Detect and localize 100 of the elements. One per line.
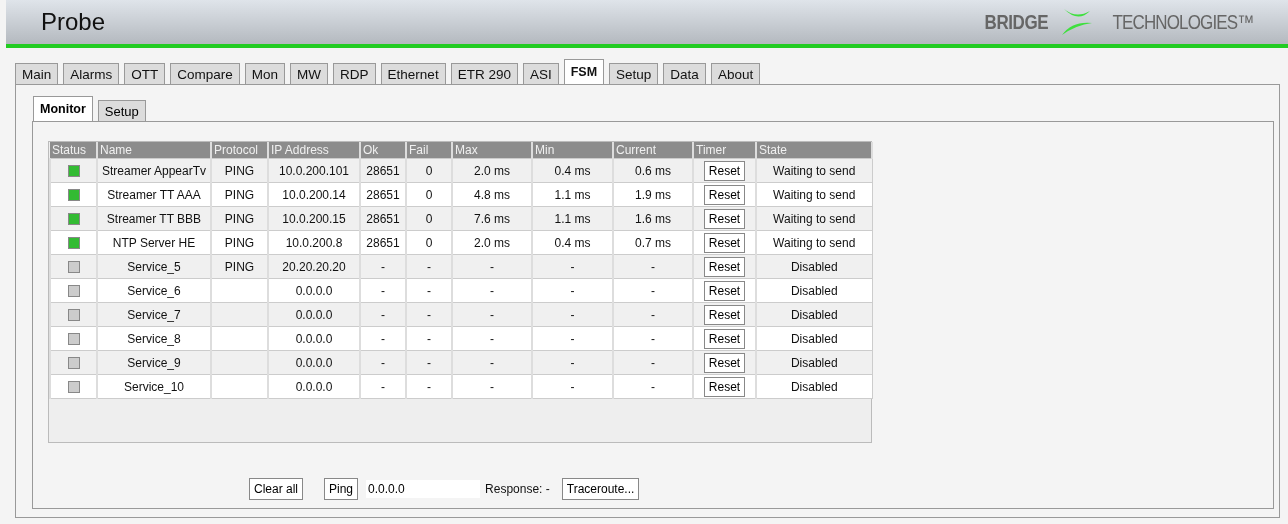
table-cell: 0 xyxy=(406,182,452,207)
table-cell: - xyxy=(360,326,406,351)
tab[interactable]: FSM xyxy=(563,59,605,84)
column-header: Max xyxy=(452,142,532,159)
table-cell: Service_10 xyxy=(97,374,211,399)
column-header: Protocol xyxy=(211,142,268,159)
table-cell: 1.6 ms xyxy=(613,206,693,231)
table-cell: - xyxy=(452,302,532,327)
column-header: Min xyxy=(532,142,613,159)
table-cell: Disabled xyxy=(756,278,872,303)
table-cell: - xyxy=(406,254,452,279)
table-cell: NTP Server HE xyxy=(97,230,211,255)
tab[interactable]: Compare xyxy=(170,63,240,84)
table-cell: Disabled xyxy=(756,326,872,351)
table-cell: Disabled xyxy=(756,350,872,375)
reset-button[interactable]: Reset xyxy=(703,280,746,301)
table-cell: 28651 xyxy=(360,206,406,231)
reset-button[interactable]: Reset xyxy=(703,232,746,253)
table-cell: - xyxy=(613,302,693,327)
column-header: Name xyxy=(97,142,211,159)
table-cell: - xyxy=(452,374,532,399)
reset-button[interactable]: Reset xyxy=(703,160,746,181)
table-cell: Waiting to send xyxy=(756,206,872,231)
tab[interactable]: ETR 290 xyxy=(450,63,518,84)
table-cell: 0.6 ms xyxy=(613,158,693,183)
table-cell: 0.0.0.0 xyxy=(268,302,360,327)
table-cell: - xyxy=(360,350,406,375)
reset-button[interactable]: Reset xyxy=(703,352,746,373)
reset-button[interactable]: Reset xyxy=(703,184,746,205)
column-header: Current xyxy=(613,142,693,159)
table-cell: 2.0 ms xyxy=(452,158,532,183)
subtab[interactable]: Setup xyxy=(97,100,146,121)
tab[interactable]: OTT xyxy=(124,63,166,84)
table-cell: - xyxy=(452,350,532,375)
clear-all-button[interactable]: Clear all xyxy=(249,478,303,500)
table-cell: - xyxy=(406,350,452,375)
table-cell: - xyxy=(452,326,532,351)
reset-button[interactable]: Reset xyxy=(703,328,746,349)
tab[interactable]: About xyxy=(710,63,761,84)
column-header: IP Address xyxy=(268,142,360,159)
table-cell: - xyxy=(613,254,693,279)
table-cell: 0.7 ms xyxy=(613,230,693,255)
table-cell: 0 xyxy=(406,230,452,255)
app-title: Probe xyxy=(41,8,106,36)
table-cell: 28651 xyxy=(360,158,406,183)
table-cell: - xyxy=(360,278,406,303)
column-header: Ok xyxy=(360,142,406,159)
tab[interactable]: Mon xyxy=(244,63,286,84)
table-cell: - xyxy=(613,326,693,351)
reset-button[interactable]: Reset xyxy=(703,208,746,229)
table-cell: 0.0.0.0 xyxy=(268,374,360,399)
tab[interactable]: Main xyxy=(15,63,59,84)
tab[interactable]: Setup xyxy=(609,63,659,84)
subtab[interactable]: Monitor xyxy=(33,96,93,121)
column-header: Timer xyxy=(693,142,756,159)
table-cell: 10.0.200.15 xyxy=(268,206,360,231)
column-header: Fail xyxy=(406,142,452,159)
table-cell: 28651 xyxy=(360,230,406,255)
table-cell: - xyxy=(613,350,693,375)
column-header: Status xyxy=(50,142,97,159)
table-cell: 0.0.0.0 xyxy=(268,350,360,375)
tab[interactable]: Alarms xyxy=(63,63,120,84)
table-cell: - xyxy=(452,278,532,303)
table-cell: - xyxy=(406,278,452,303)
ping-button[interactable]: Ping xyxy=(324,478,359,500)
table-cell: Waiting to send xyxy=(756,158,872,183)
tab[interactable]: ASI xyxy=(522,63,559,84)
table-cell: 0 xyxy=(406,158,452,183)
table-cell: 0.0.0.0 xyxy=(268,326,360,351)
traceroute-button[interactable]: Traceroute... xyxy=(561,478,640,500)
table-cell: PING xyxy=(211,158,268,183)
tab[interactable]: Ethernet xyxy=(380,63,446,84)
reset-button[interactable]: Reset xyxy=(703,304,746,325)
table-cell: Disabled xyxy=(756,302,872,327)
table-cell: Service_8 xyxy=(97,326,211,351)
table-cell: 2.0 ms xyxy=(452,230,532,255)
column-header: State xyxy=(756,142,872,159)
table-cell: Service_7 xyxy=(97,302,211,327)
table-cell: - xyxy=(406,326,452,351)
table-cell: - xyxy=(360,254,406,279)
table-cell: - xyxy=(360,374,406,399)
table-cell: 4.8 ms xyxy=(452,182,532,207)
table-cell: 0.0.0.0 xyxy=(268,278,360,303)
table-cell: - xyxy=(360,302,406,327)
table-cell: Service_9 xyxy=(97,350,211,375)
logo-text: BRIDGE xyxy=(984,10,1049,34)
table-cell: Disabled xyxy=(756,374,872,399)
reset-button[interactable]: Reset xyxy=(703,376,746,397)
table-cell: 28651 xyxy=(360,182,406,207)
table-cell: 7.6 ms xyxy=(452,206,532,231)
table-cell: Service_5 xyxy=(97,254,211,279)
table-cell: 10.0.200.8 xyxy=(268,230,360,255)
tab[interactable]: Data xyxy=(663,63,706,84)
table-cell: - xyxy=(613,374,693,399)
address-field[interactable]: 0.0.0.0 xyxy=(366,480,481,498)
reset-button[interactable]: Reset xyxy=(703,256,746,277)
table-cell: - xyxy=(406,374,452,399)
tab[interactable]: MW xyxy=(290,63,329,84)
tab[interactable]: RDP xyxy=(333,63,376,84)
table-cell: Streamer TT BBB xyxy=(97,206,211,231)
